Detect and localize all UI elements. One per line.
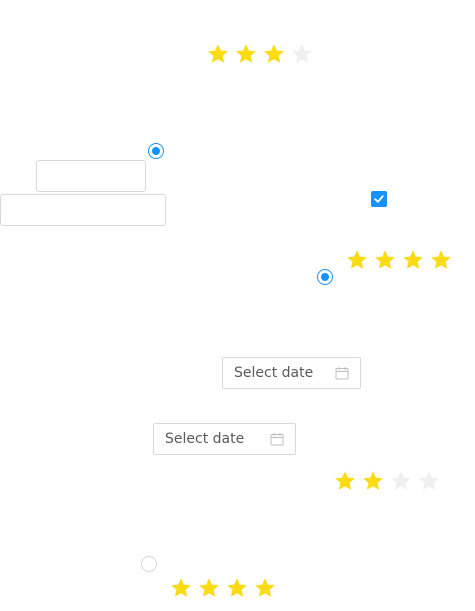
star-rating[interactable] [169,576,277,600]
star-icon[interactable] [253,576,277,600]
star-icon[interactable] [225,576,249,600]
text-input-wide[interactable] [0,194,166,226]
star-icon[interactable] [262,42,286,66]
star-icon[interactable] [197,576,221,600]
star-icon[interactable] [373,248,397,272]
date-picker-placeholder: Select date [234,365,314,381]
star-rating[interactable] [345,248,453,272]
checkbox[interactable] [371,191,387,207]
date-picker[interactable]: Select date [153,423,296,455]
radio-button[interactable] [317,269,333,285]
star-rating[interactable] [206,42,314,66]
star-icon[interactable] [290,42,314,66]
star-icon[interactable] [429,248,453,272]
calendar-icon [270,433,284,446]
star-icon[interactable] [169,576,193,600]
text-input[interactable] [36,160,146,192]
star-icon[interactable] [333,469,357,493]
star-icon[interactable] [206,42,230,66]
star-icon[interactable] [417,469,441,493]
radio-button[interactable] [148,143,164,159]
star-icon[interactable] [361,469,385,493]
star-icon[interactable] [401,248,425,272]
date-picker[interactable]: Select date [222,357,361,389]
date-picker-placeholder: Select date [165,431,245,447]
radio-button[interactable] [141,556,157,572]
calendar-icon [335,367,349,380]
star-icon[interactable] [345,248,369,272]
star-icon[interactable] [234,42,258,66]
checkmark-icon [374,195,384,203]
star-icon[interactable] [389,469,413,493]
star-rating[interactable] [333,469,441,493]
